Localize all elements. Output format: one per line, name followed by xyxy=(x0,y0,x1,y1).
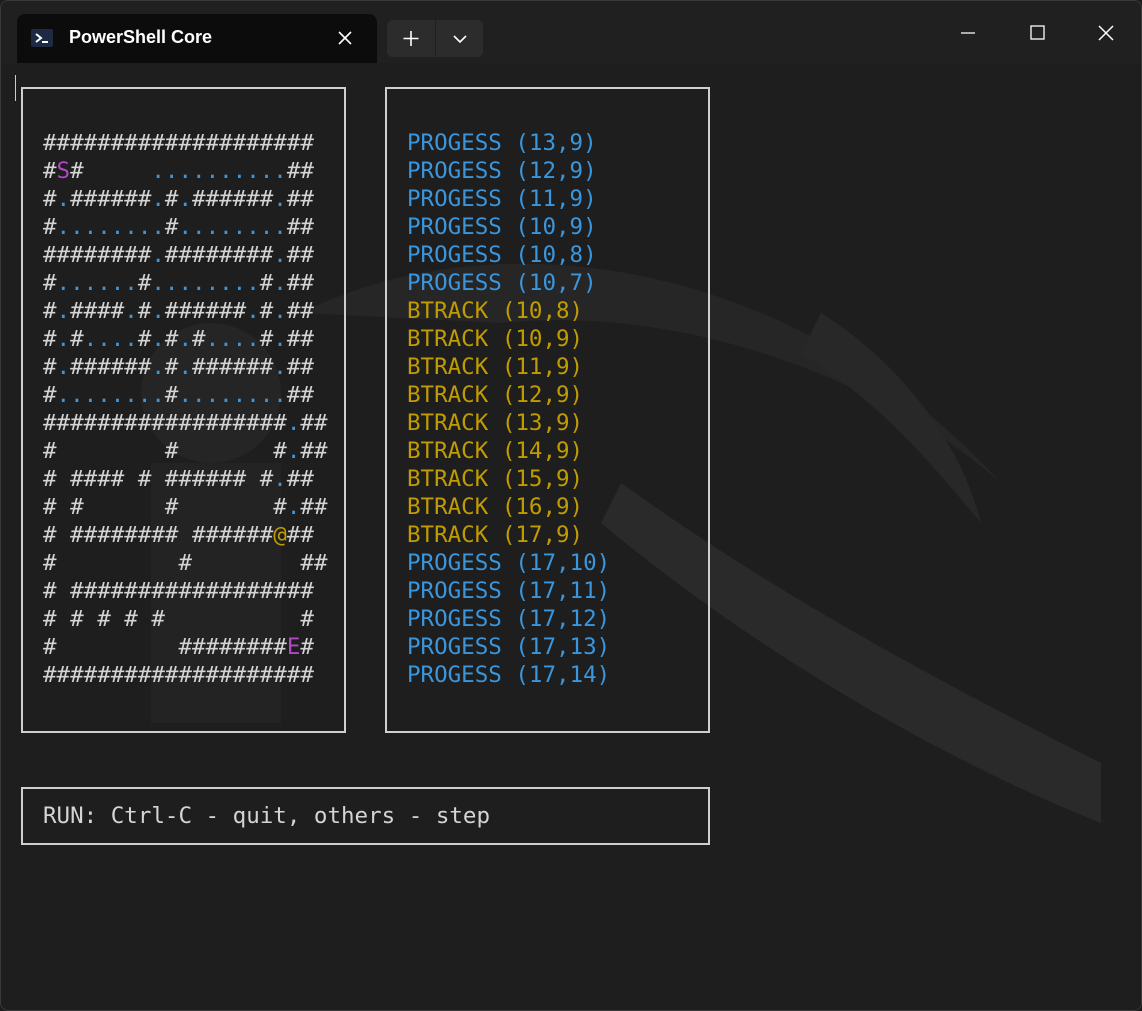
log-line: BTRACK (15,9) xyxy=(407,466,584,492)
maze-row: #......#........#.## xyxy=(43,270,314,296)
minimize-button[interactable] xyxy=(945,15,991,51)
status-panel: RUN: Ctrl-C - quit, others - step xyxy=(21,787,710,845)
minimize-icon xyxy=(961,32,975,34)
close-tab-icon[interactable] xyxy=(333,26,357,50)
log-line: PROGESS (17,10) xyxy=(407,550,611,576)
text-cursor xyxy=(15,75,16,101)
new-tab-group xyxy=(387,20,483,57)
maximize-button[interactable] xyxy=(1014,15,1060,51)
log-line: PROGESS (10,7) xyxy=(407,270,597,296)
maze-row: # #### # ###### #.## xyxy=(43,466,314,492)
maze-row: ##################.## xyxy=(43,410,328,436)
log-line: PROGESS (11,9) xyxy=(407,186,597,212)
status-text: RUN: Ctrl-C - quit, others - step xyxy=(43,803,491,829)
log-line: PROGESS (12,9) xyxy=(407,158,597,184)
terminal-window: PowerShell Core RUN: Ctrl-C - quit, othe… xyxy=(0,0,1142,1011)
plus-icon xyxy=(403,31,419,46)
maze-row: # # ## xyxy=(43,550,328,576)
chevron-down-icon xyxy=(453,35,467,44)
log-line: BTRACK (12,9) xyxy=(407,382,584,408)
maze-row: # ########E# xyxy=(43,634,314,660)
powershell-icon xyxy=(31,29,53,47)
maze-row: #.####.#.######.#.## xyxy=(43,298,314,324)
log-line: PROGESS (10,9) xyxy=(407,214,597,240)
close-window-button[interactable] xyxy=(1083,15,1129,51)
maze-row: #.######.#.######.## xyxy=(43,354,314,380)
new-tab-button[interactable] xyxy=(387,20,435,57)
maze-row: #........#........## xyxy=(43,382,314,408)
maze-row: # ######## ######@## xyxy=(43,522,314,548)
maze-row: #.#....#.#.#....#.## xyxy=(43,326,314,352)
maze-row: # # # #.## xyxy=(43,494,328,520)
maze-row: #........#........## xyxy=(43,214,314,240)
tab-dropdown-button[interactable] xyxy=(435,20,484,57)
log-line: BTRACK (17,9) xyxy=(407,522,584,548)
log-line: BTRACK (16,9) xyxy=(407,494,584,520)
log-line: BTRACK (10,9) xyxy=(407,326,584,352)
close-icon xyxy=(1098,25,1114,41)
maze-grid: #################### #S# ..........## #.##… xyxy=(43,129,327,689)
maze-row: #.######.#.######.## xyxy=(43,186,314,212)
log-line: PROGESS (17,13) xyxy=(407,634,611,660)
tab-powershell-core[interactable]: PowerShell Core xyxy=(17,14,377,63)
title-bar[interactable]: PowerShell Core xyxy=(1,1,1141,63)
log-line: PROGESS (13,9) xyxy=(407,130,597,156)
log-line: BTRACK (14,9) xyxy=(407,438,584,464)
log-line: BTRACK (13,9) xyxy=(407,410,584,436)
log-line: PROGESS (17,12) xyxy=(407,606,611,632)
log-line: BTRACK (10,8) xyxy=(407,298,584,324)
maze-row: # # # # # # xyxy=(43,606,314,632)
maze-row: #################### xyxy=(43,662,314,688)
tab-title: PowerShell Core xyxy=(69,27,213,47)
log-line: PROGESS (17,14) xyxy=(407,662,611,688)
maze-row: # # #.## xyxy=(43,438,328,464)
maze-row: #################### xyxy=(43,130,314,156)
maximize-icon xyxy=(1030,25,1045,40)
log-line: PROGESS (10,8) xyxy=(407,242,597,268)
maze-row: # ################## xyxy=(43,578,314,604)
maze-row: #S# ..........## xyxy=(43,158,314,184)
maze-row: ########.########.## xyxy=(43,242,314,268)
log-line: BTRACK (11,9) xyxy=(407,354,584,380)
search-log: PROGESS (13,9) PROGESS (12,9) PROGESS (11,… xyxy=(407,129,610,689)
terminal-pane[interactable]: RUN: Ctrl-C - quit, others - step ######… xyxy=(1,63,1141,1010)
log-line: PROGESS (17,11) xyxy=(407,578,611,604)
